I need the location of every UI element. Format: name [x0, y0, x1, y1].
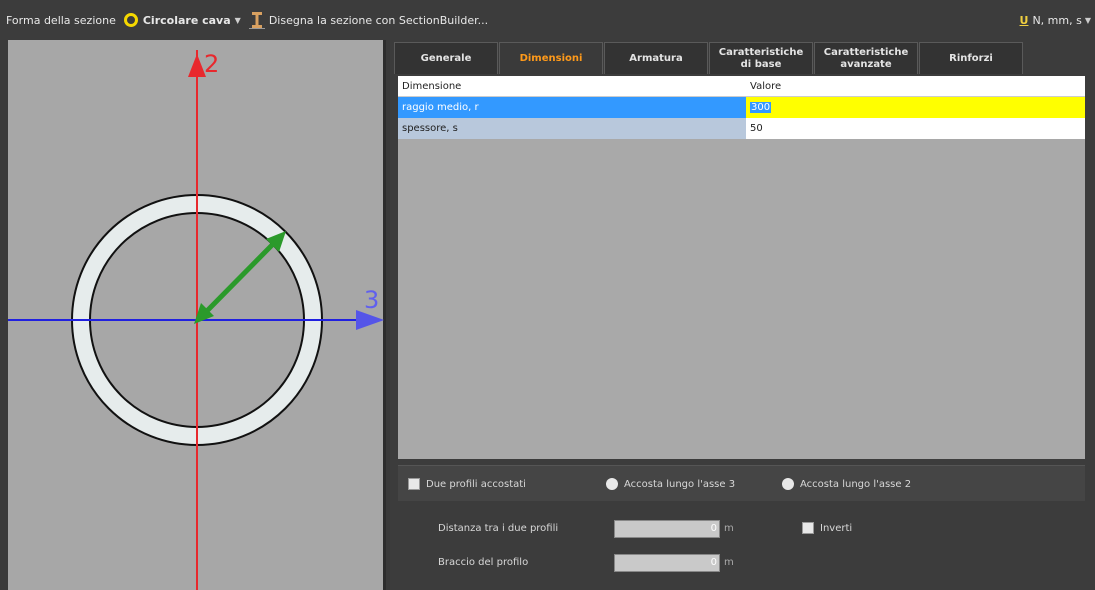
tab-rinforzi[interactable]: Rinforzi: [919, 42, 1023, 74]
axis-2-label: 2: [204, 50, 219, 78]
checkbox-icon: [802, 522, 814, 534]
tab-dimensioni[interactable]: Dimensioni: [499, 42, 603, 74]
units-dropdown[interactable]: U N, mm, s ▼: [1020, 0, 1091, 40]
shape-label-text: Forma della sezione: [6, 13, 116, 27]
table-row[interactable]: spessore, s 50: [398, 118, 1085, 139]
section-drawing: 2 3: [8, 50, 384, 590]
tab-armatura[interactable]: Armatura: [604, 42, 708, 74]
shape-label: Forma della sezione: [6, 14, 116, 27]
table-row[interactable]: raggio medio, r 300: [398, 97, 1085, 118]
top-toolbar: Forma della sezione Circolare cava ▼ Dis…: [0, 0, 1095, 40]
raggio-value-input[interactable]: 300: [750, 102, 772, 113]
column-header-valore[interactable]: Valore: [746, 76, 1085, 96]
tab-generale[interactable]: Generale: [394, 42, 498, 74]
tab-bar: Generale Dimensioni Armatura Caratterist…: [394, 42, 1024, 74]
axis-3-label: 3: [364, 286, 379, 314]
hollow-circle-icon: [123, 13, 138, 27]
tab-caratteristiche-di-base[interactable]: Caratteristiche di base: [709, 42, 813, 74]
inverti-label: Inverti: [820, 522, 853, 534]
braccio-input[interactable]: 0: [614, 554, 720, 572]
dimensions-grid: Dimensione Valore raggio medio, r 300 sp…: [398, 76, 1085, 459]
profiles-options: Due profili accostati Accosta lungo l'as…: [398, 465, 1095, 590]
shape-dropdown-value: Circolare cava: [142, 13, 231, 27]
tab-caratteristiche-avanzate[interactable]: Caratteristiche avanzate: [814, 42, 918, 74]
row-name-spessore: spessore, s: [398, 118, 746, 139]
row-name-raggio: raggio medio, r: [398, 97, 746, 118]
chevron-down-icon: ▼: [234, 15, 241, 25]
options-bar: Due profili accostati Accosta lungo l'as…: [398, 465, 1085, 501]
distanza-label: Distanza tra i due profili: [438, 523, 558, 534]
units-icon: U: [1019, 13, 1029, 27]
shape-dropdown[interactable]: Circolare cava ▼: [123, 13, 241, 27]
radio-icon: [782, 478, 794, 490]
braccio-label: Braccio del profilo: [438, 557, 528, 568]
app-window: Forma della sezione Circolare cava ▼ Dis…: [0, 0, 1095, 590]
braccio-label-text: Braccio del profilo: [438, 557, 529, 568]
units-value: N, mm, s: [1032, 13, 1082, 27]
checkbox-icon: [408, 478, 420, 490]
due-profili-label: Due profili accostati: [426, 478, 526, 490]
due-profili-checkbox[interactable]: Due profili accostati: [408, 478, 526, 490]
section-builder-icon: [248, 12, 265, 29]
section-builder-label: Disegna la sezione con SectionBuilder...: [268, 13, 489, 27]
distanza-label-text: Distanza tra i due profili: [438, 523, 559, 534]
chevron-down-icon: ▼: [1084, 15, 1091, 25]
accosta-asse-2-radio[interactable]: Accosta lungo l'asse 2: [782, 478, 911, 490]
section-builder-button[interactable]: Disegna la sezione con SectionBuilder...: [248, 11, 489, 29]
braccio-unit: m: [724, 557, 734, 568]
accosta-asse-2-label: Accosta lungo l'asse 2: [800, 478, 912, 490]
accosta-asse-3-label: Accosta lungo l'asse 3: [624, 478, 736, 490]
accosta-asse-3-radio[interactable]: Accosta lungo l'asse 3: [606, 478, 735, 490]
row-value-raggio-cell[interactable]: 300: [746, 97, 1085, 118]
properties-panel: Generale Dimensioni Armatura Caratterist…: [390, 40, 1095, 590]
distanza-input[interactable]: 0: [614, 520, 720, 538]
radio-icon: [606, 478, 618, 490]
inverti-checkbox[interactable]: Inverti: [802, 522, 852, 534]
distanza-unit: m: [724, 523, 734, 534]
column-header-dimensione[interactable]: Dimensione: [398, 76, 746, 96]
spessore-value-input[interactable]: 50: [746, 118, 1085, 139]
section-drawing-canvas[interactable]: 2 3: [8, 40, 386, 590]
grid-header: Dimensione Valore: [398, 76, 1085, 97]
